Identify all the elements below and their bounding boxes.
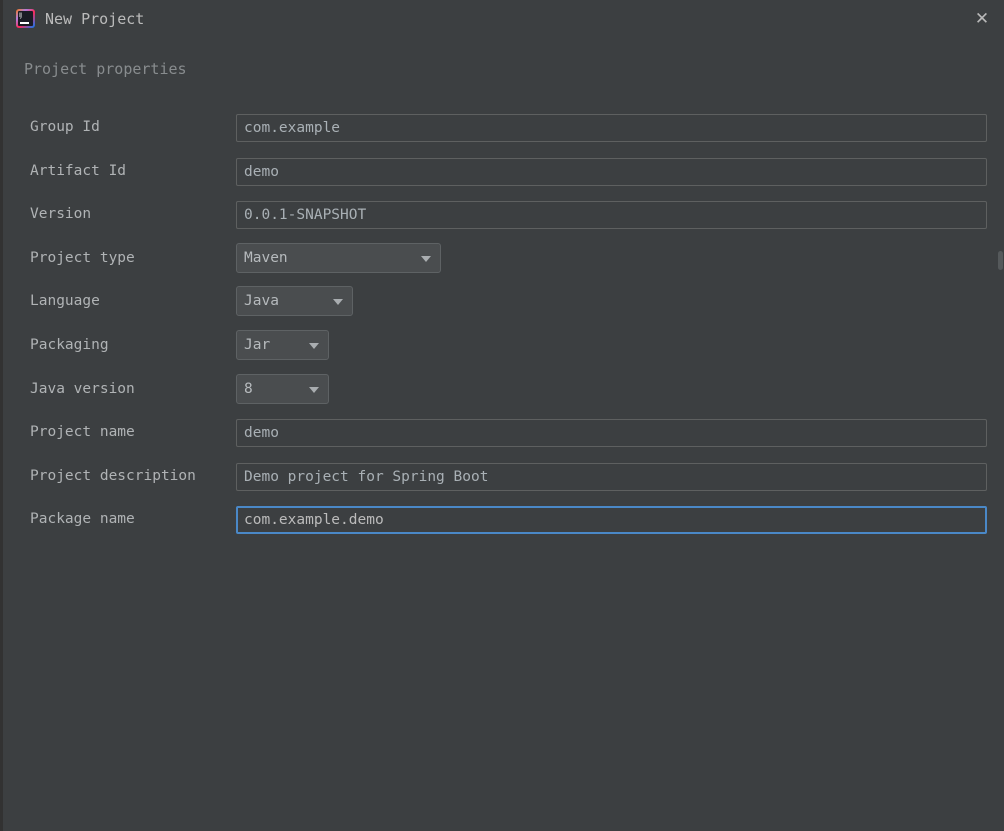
label-project-name: Project name [30,424,135,441]
close-icon[interactable]: ✕ [969,6,995,32]
window-title: New Project [45,10,145,28]
form-row-project-type: Project type Maven [3,239,1004,283]
vertical-scrollbar[interactable] [997,38,1004,778]
form-row-artifact-id: Artifact Id [3,152,1004,196]
label-version: Version [30,206,92,223]
new-project-dialog: New Project ✕ Project properties Group I… [0,0,1004,831]
chevron-down-icon [333,299,343,306]
form-row-java-version: Java version 8 [3,370,1004,414]
label-language: Language [30,293,100,310]
java-version-value: 8 [244,380,253,397]
dialog-footer: Previous Next Cancel Help [3,773,1004,831]
project-type-dropdown[interactable]: Maven [236,242,441,273]
group-id-input[interactable] [236,114,987,142]
project-properties-form: Group Id Artifact Id Version Project typ… [3,108,1004,544]
label-package-name: Package name [30,511,135,528]
intellij-idea-icon [16,9,35,28]
chevron-down-icon [309,342,319,349]
form-row-project-description: Project description [3,457,1004,501]
form-row-group-id: Group Id [3,108,1004,152]
title-bar: New Project ✕ [3,0,1004,38]
label-artifact-id: Artifact Id [30,162,127,179]
label-group-id: Group Id [30,119,100,135]
chevron-down-icon [421,255,431,262]
packaging-dropdown[interactable]: Jar [236,329,329,360]
label-project-type: Project type [30,249,135,266]
language-dropdown[interactable]: Java [236,286,353,317]
project-description-input[interactable] [236,462,987,491]
label-java-version: Java version [30,380,135,397]
scrollbar-thumb[interactable] [998,251,1003,270]
form-row-language: Language Java [3,282,1004,326]
form-row-project-name: Project name [3,413,1004,457]
project-type-value: Maven [244,249,288,266]
page-title: Project properties [24,60,187,78]
label-packaging: Packaging [30,336,109,353]
version-input[interactable] [236,201,987,230]
form-row-package-name: Package name [3,500,1004,544]
packaging-value: Jar [244,336,271,353]
form-row-version: Version [3,195,1004,239]
form-row-packaging: Packaging Jar [3,326,1004,370]
java-version-dropdown[interactable]: 8 [236,373,329,404]
package-name-input[interactable] [236,506,987,535]
language-value: Java [244,293,279,310]
project-name-input[interactable] [236,419,987,448]
chevron-down-icon [309,386,319,393]
label-project-description: Project description [30,467,196,484]
artifact-id-input[interactable] [236,157,987,186]
